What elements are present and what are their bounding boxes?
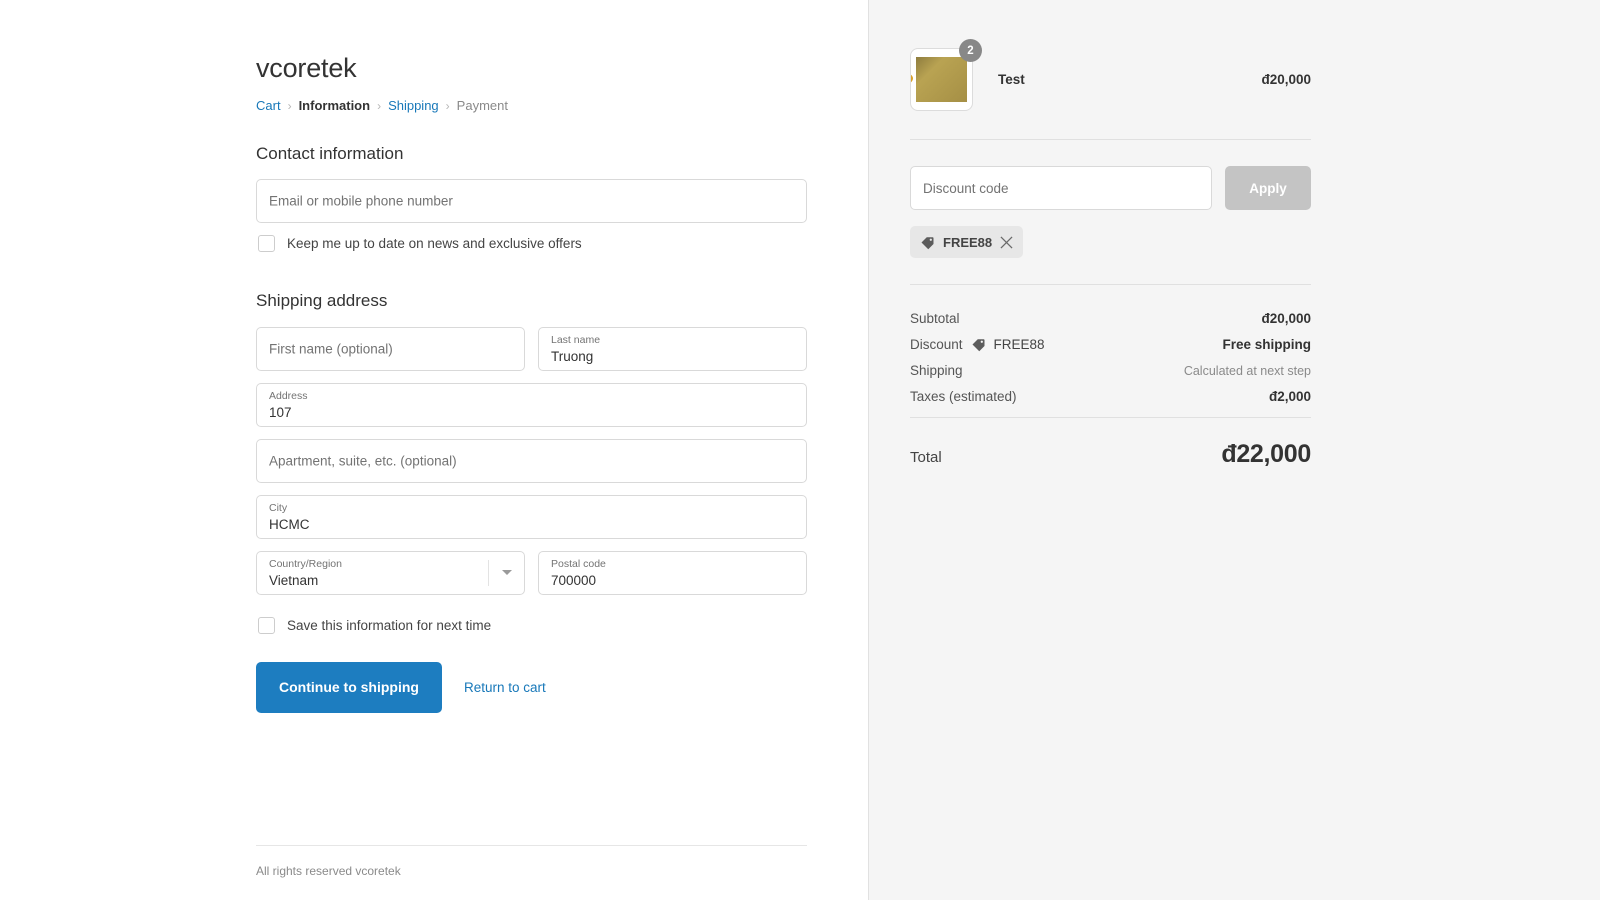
apartment-placeholder: Apartment, suite, etc. (optional)	[269, 453, 457, 469]
apply-discount-button[interactable]: Apply	[1225, 166, 1311, 210]
newsletter-checkbox[interactable]	[258, 235, 275, 253]
newsletter-label: Keep me up to date on news and exclusive…	[287, 236, 582, 252]
footer: All rights reserved vcoretek	[256, 845, 807, 878]
grand-total-row: Total đ22,000	[910, 418, 1311, 469]
name-row: First name (optional) Last name Truong	[256, 326, 807, 383]
summary-row-taxes: Taxes (estimated) đ2,000	[910, 389, 1311, 404]
city-label: City	[269, 501, 288, 514]
quantity-badge: 2	[959, 39, 982, 62]
applied-discount-code: FREE88	[943, 234, 993, 250]
first-name-field[interactable]: First name (optional)	[256, 326, 525, 371]
contact-information-heading: Contact information	[256, 144, 404, 164]
return-to-cart-link[interactable]: Return to cart	[464, 680, 546, 695]
summary-row-discount: Discount FREE88 Free shipping	[910, 337, 1311, 352]
breadcrumb-item-cart[interactable]: Cart	[256, 98, 281, 113]
city-value: HCMC	[269, 516, 310, 532]
product-name: Test	[998, 72, 1025, 87]
address-field[interactable]: Address 107	[256, 382, 807, 427]
country-region-label: Country/Region	[269, 557, 342, 570]
postal-code-value: 700000	[551, 572, 597, 588]
order-summary-panel: 2 Test đ20,000 Discount code Apply FREE8…	[869, 0, 1600, 900]
summary-row-shipping: Shipping Calculated at next step	[910, 363, 1311, 378]
summary-row-subtotal: Subtotal đ20,000	[910, 311, 1311, 326]
product-thumbnail-wrap: 2	[910, 39, 982, 111]
breadcrumb-item-shipping[interactable]: Shipping	[388, 98, 439, 113]
newsletter-checkbox-row[interactable]: Keep me up to date on news and exclusive…	[258, 235, 807, 253]
shop-title: vcoretek	[256, 53, 357, 83]
email-field-placeholder: Email or mobile phone number	[269, 193, 453, 209]
discount-label: Discount	[910, 337, 963, 352]
last-name-field[interactable]: Last name Truong	[538, 326, 807, 371]
save-info-checkbox[interactable]	[258, 616, 275, 634]
country-region-value: Vietnam	[269, 572, 319, 588]
discount-code-input[interactable]: Discount code	[910, 166, 1212, 210]
checkout-main-column: vcoretek Cart › Information › Shipping ›…	[0, 0, 869, 900]
applied-discount-chip: FREE88	[910, 226, 1024, 258]
totals-list: Subtotal đ20,000 Discount FREE88 Free sh…	[910, 285, 1311, 404]
discount-row: Discount code Apply	[910, 140, 1311, 210]
last-name-value: Truong	[551, 348, 594, 364]
shipping-address-heading: Shipping address	[256, 291, 388, 311]
discount-label-group: Discount FREE88	[910, 337, 1222, 352]
address-label: Address	[269, 389, 308, 402]
postal-code-field[interactable]: Postal code 700000	[538, 550, 807, 595]
subtotal-label: Subtotal	[910, 311, 960, 326]
postal-code-label: Postal code	[551, 557, 606, 570]
form-actions: Continue to shipping Return to cart	[256, 661, 807, 713]
city-field[interactable]: City HCMC	[256, 494, 807, 539]
continue-to-shipping-button[interactable]: Continue to shipping	[256, 661, 442, 713]
footer-text: All rights reserved vcoretek	[256, 864, 401, 878]
discount-code-applied: FREE88	[993, 337, 1045, 352]
close-icon[interactable]	[1000, 235, 1013, 249]
email-field[interactable]: Email or mobile phone number	[256, 179, 807, 224]
checkout-form: vcoretek Cart › Information › Shipping ›…	[256, 0, 807, 713]
taxes-label: Taxes (estimated)	[910, 389, 1017, 404]
address-value: 107	[269, 404, 292, 420]
tag-icon	[972, 339, 985, 352]
apartment-field[interactable]: Apartment, suite, etc. (optional)	[256, 438, 807, 483]
first-name-placeholder: First name (optional)	[269, 341, 393, 357]
taxes-value: đ2,000	[1268, 389, 1311, 404]
country-region-select[interactable]: Country/Region Vietnam	[256, 550, 525, 595]
discount-value: Free shipping	[1222, 337, 1311, 352]
total-value: đ22,000	[1221, 440, 1311, 468]
save-info-checkbox-row[interactable]: Save this information for next time	[258, 616, 807, 634]
chevron-right-icon: ›	[445, 98, 450, 113]
shipping-value: Calculated at next step	[1183, 363, 1311, 378]
last-name-label: Last name	[551, 333, 601, 346]
product-price: đ20,000	[1261, 72, 1311, 87]
subtotal-value: đ20,000	[1261, 311, 1311, 326]
order-line-item: 2 Test đ20,000	[910, 39, 1311, 139]
chevron-right-icon: ›	[377, 98, 382, 113]
discount-code-placeholder: Discount code	[923, 180, 1009, 196]
shipping-label: Shipping	[910, 363, 963, 378]
breadcrumb: Cart › Information › Shipping › Payment	[256, 98, 807, 113]
checkout-page: vcoretek Cart › Information › Shipping ›…	[0, 0, 1600, 900]
breadcrumb-item-information: Information	[298, 98, 371, 114]
save-info-label: Save this information for next time	[287, 617, 492, 633]
tag-icon	[921, 236, 934, 249]
chevron-down-icon[interactable]	[488, 559, 524, 586]
order-summary-inner: 2 Test đ20,000 Discount code Apply FREE8…	[910, 39, 1311, 469]
breadcrumb-item-payment: Payment	[456, 98, 508, 114]
total-label: Total	[910, 449, 942, 466]
country-postal-row: Country/Region Vietnam Postal code 70000…	[256, 550, 807, 607]
chevron-right-icon: ›	[287, 98, 292, 113]
